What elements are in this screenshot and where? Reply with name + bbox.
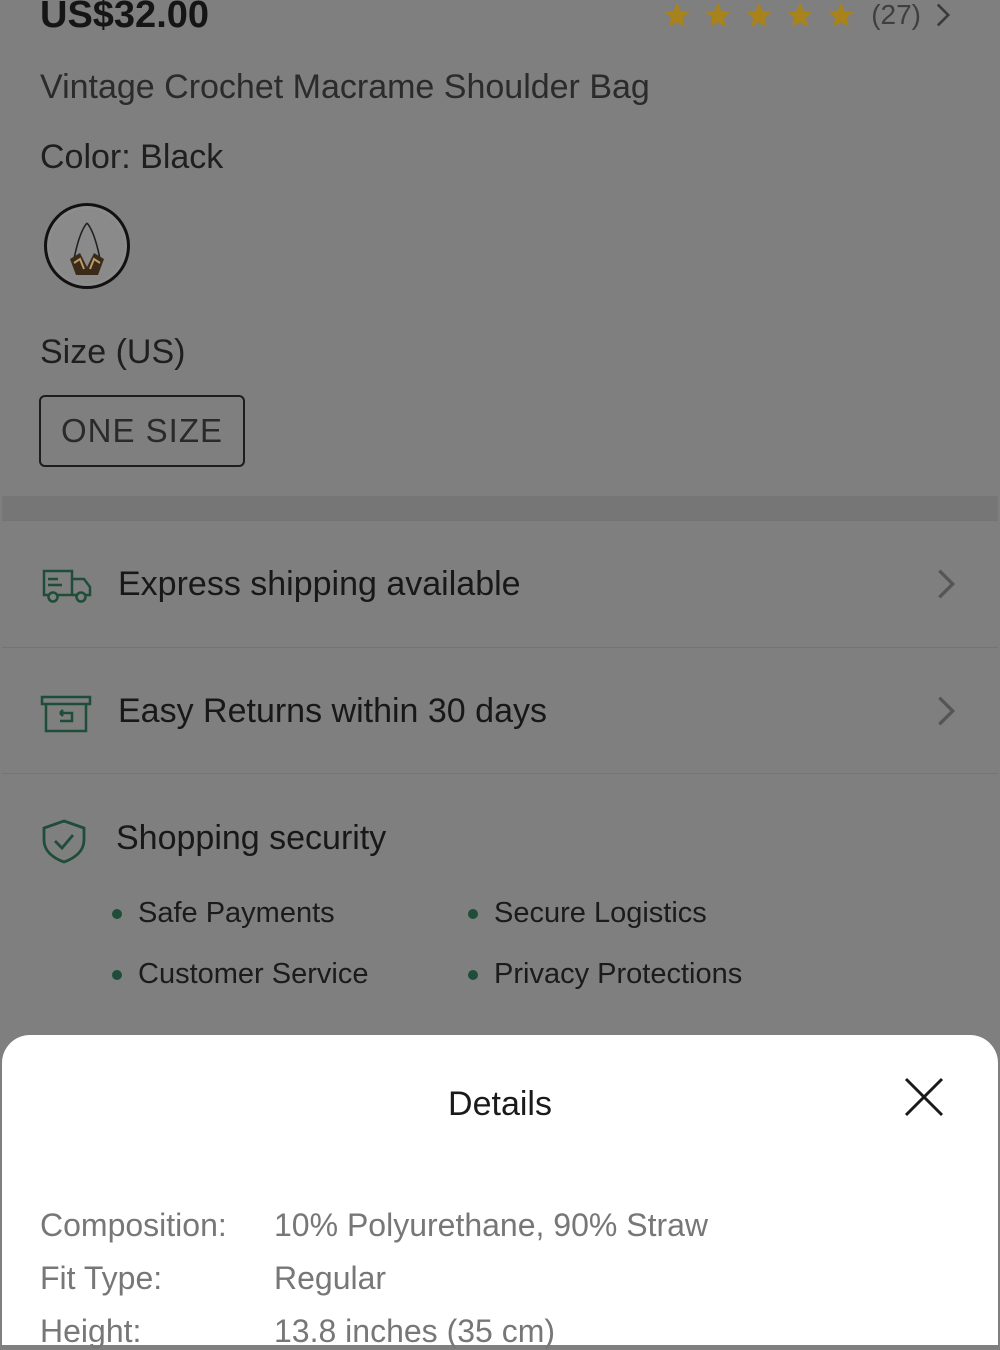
detail-label: Height: [40, 1313, 142, 1349]
swatch-thumbnail [50, 209, 124, 283]
detail-label: Composition: [40, 1207, 227, 1243]
rating-count: (27) [871, 0, 921, 30]
detail-value: 10% Polyurethane, 90% Straw [274, 1207, 709, 1243]
security-item: Safe Payments [112, 897, 335, 930]
security-item: Privacy Protections [468, 958, 742, 991]
sheet-title: Details [448, 1085, 552, 1123]
shield-check-icon [42, 819, 86, 864]
close-icon[interactable] [902, 1075, 946, 1119]
star-icon [787, 2, 813, 27]
truck-icon [42, 569, 92, 603]
shipping-label: Express shipping available [118, 565, 521, 603]
star-icon [828, 2, 854, 27]
color-label: Color: Black [40, 138, 224, 176]
star-icon [746, 2, 772, 27]
rating[interactable]: (27) [658, 0, 952, 30]
shipping-row[interactable]: Express shipping available [2, 521, 998, 646]
size-option-one-size[interactable]: ONE SIZE [39, 395, 245, 467]
color-swatch-black[interactable] [44, 203, 130, 289]
chevron-right-icon [936, 3, 951, 27]
security-label: Shopping security [116, 819, 387, 857]
chevron-right-icon [938, 696, 956, 726]
bullet [468, 969, 478, 980]
size-label: Size (US) [40, 333, 186, 371]
returns-row[interactable]: Easy Returns within 30 days [2, 648, 998, 773]
chevron-right-icon [938, 569, 956, 599]
return-box-icon [40, 695, 92, 733]
security-item: Secure Logistics [468, 897, 707, 930]
price: US$32.00 [40, 0, 210, 36]
section-divider [2, 496, 998, 520]
star-icon [705, 2, 731, 27]
product-title: Vintage Crochet Macrame Shoulder Bag [40, 68, 650, 106]
bag-thumbnail-icon [70, 222, 104, 275]
security-item-label: Privacy Protections [494, 958, 743, 990]
details-bottom-sheet: Details Composition: 10% Polyurethane, 9… [2, 1035, 998, 1349]
detail-value: 13.8 inches (35 cm) [274, 1313, 556, 1349]
bullet [468, 908, 478, 919]
star-icon [664, 2, 690, 27]
returns-label: Easy Returns within 30 days [118, 692, 547, 730]
detail-label: Fit Type: [40, 1260, 163, 1296]
bullet [112, 969, 122, 980]
bullet [112, 908, 122, 919]
security-item-label: Safe Payments [138, 897, 335, 929]
divider [2, 773, 998, 774]
security-item-label: Customer Service [138, 958, 369, 990]
detail-value: Regular [274, 1260, 387, 1296]
security-item: Customer Service [112, 958, 368, 991]
security-item-label: Secure Logistics [494, 897, 707, 929]
product-page: US$32.00 (27) Vintage Crochet Macrame Sh… [0, 0, 1000, 1349]
